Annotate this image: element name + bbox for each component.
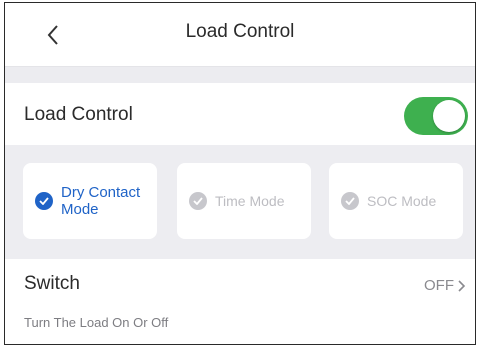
check-circle-icon xyxy=(341,192,359,210)
mode-selector: Dry Contact Mode Time Mode SOC Mode xyxy=(5,145,475,259)
dry-contact-mode-label: Dry Contact Mode xyxy=(61,184,141,218)
chevron-right-icon xyxy=(458,279,466,292)
app-window: Load Control Load Control Dry Contact Mod… xyxy=(4,2,476,345)
switch-label: Switch xyxy=(24,273,80,294)
back-button[interactable] xyxy=(33,17,73,53)
page-title: Load Control xyxy=(185,21,295,42)
soc-mode-label: SOC Mode xyxy=(367,192,437,209)
switch-value: OFF xyxy=(424,277,454,294)
dry-contact-mode-option[interactable]: Dry Contact Mode xyxy=(23,163,157,239)
check-circle-icon xyxy=(189,192,207,210)
load-control-label: Load Control xyxy=(24,104,133,125)
check-circle-icon xyxy=(35,192,53,210)
load-control-toggle[interactable] xyxy=(404,97,468,135)
time-mode-label: Time Mode xyxy=(215,192,285,209)
switch-description: Turn The Load On Or Off xyxy=(24,315,169,330)
chevron-left-icon xyxy=(47,25,58,45)
section-divider xyxy=(5,67,475,83)
navigation-bar: Load Control xyxy=(5,3,475,67)
soc-mode-option[interactable]: SOC Mode xyxy=(329,163,463,239)
toggle-knob xyxy=(433,100,465,132)
load-control-row: Load Control xyxy=(5,83,475,145)
switch-row[interactable]: Switch OFF Turn The Load On Or Off xyxy=(5,259,475,344)
switch-value-button[interactable]: OFF xyxy=(424,277,467,294)
time-mode-option[interactable]: Time Mode xyxy=(177,163,311,239)
